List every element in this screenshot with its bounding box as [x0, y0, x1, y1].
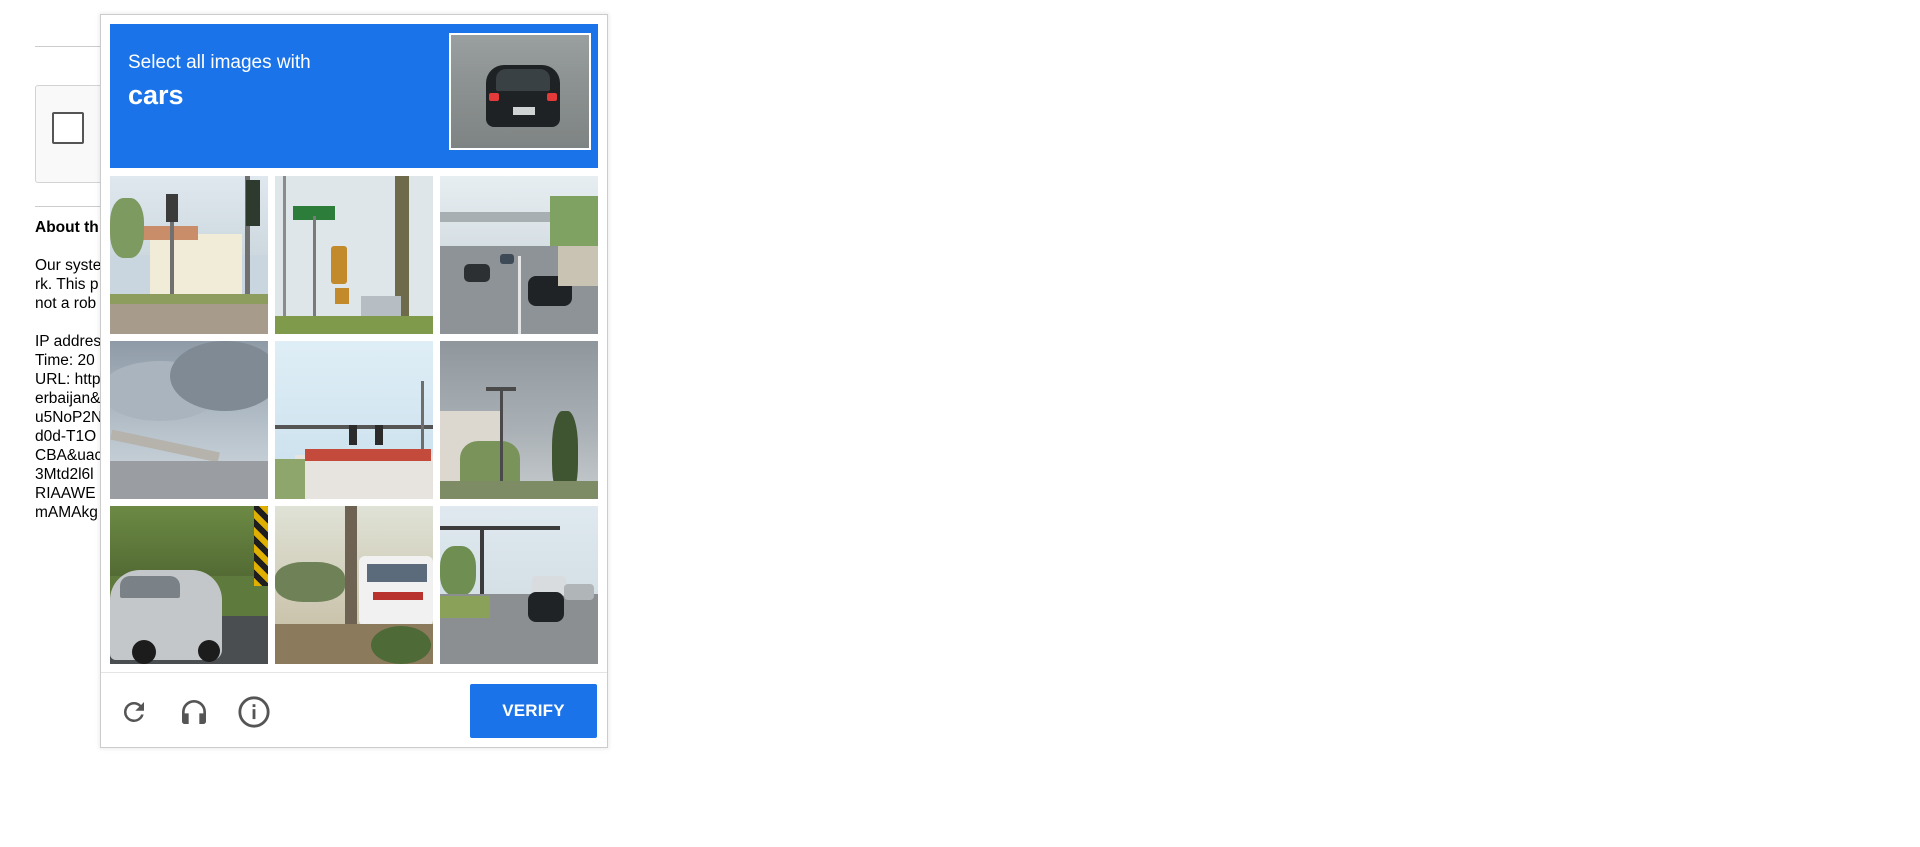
- image-tile-2[interactable]: [275, 176, 433, 334]
- verify-button[interactable]: VERIFY: [470, 684, 597, 738]
- image-tile-3[interactable]: [440, 176, 598, 334]
- image-tile-9[interactable]: [440, 506, 598, 664]
- image-tile-6[interactable]: [440, 341, 598, 499]
- footer-divider: [101, 672, 607, 673]
- captcha-challenge-popup: Select all images with cars VERIFY: [100, 14, 608, 748]
- image-tile-8[interactable]: [275, 506, 433, 664]
- challenge-instruction: Select all images with: [128, 52, 311, 73]
- info-icon[interactable]: [235, 693, 273, 731]
- challenge-header: Select all images with cars: [110, 24, 598, 168]
- reload-icon[interactable]: [115, 693, 153, 731]
- image-tile-7[interactable]: [110, 506, 268, 664]
- sample-image: [449, 33, 591, 150]
- image-tile-5[interactable]: [275, 341, 433, 499]
- image-grid: [110, 176, 598, 664]
- headphones-icon[interactable]: [175, 693, 213, 731]
- not-robot-checkbox[interactable]: [52, 112, 84, 144]
- challenge-target: cars: [128, 80, 184, 110]
- image-tile-1[interactable]: [110, 176, 268, 334]
- image-tile-4[interactable]: [110, 341, 268, 499]
